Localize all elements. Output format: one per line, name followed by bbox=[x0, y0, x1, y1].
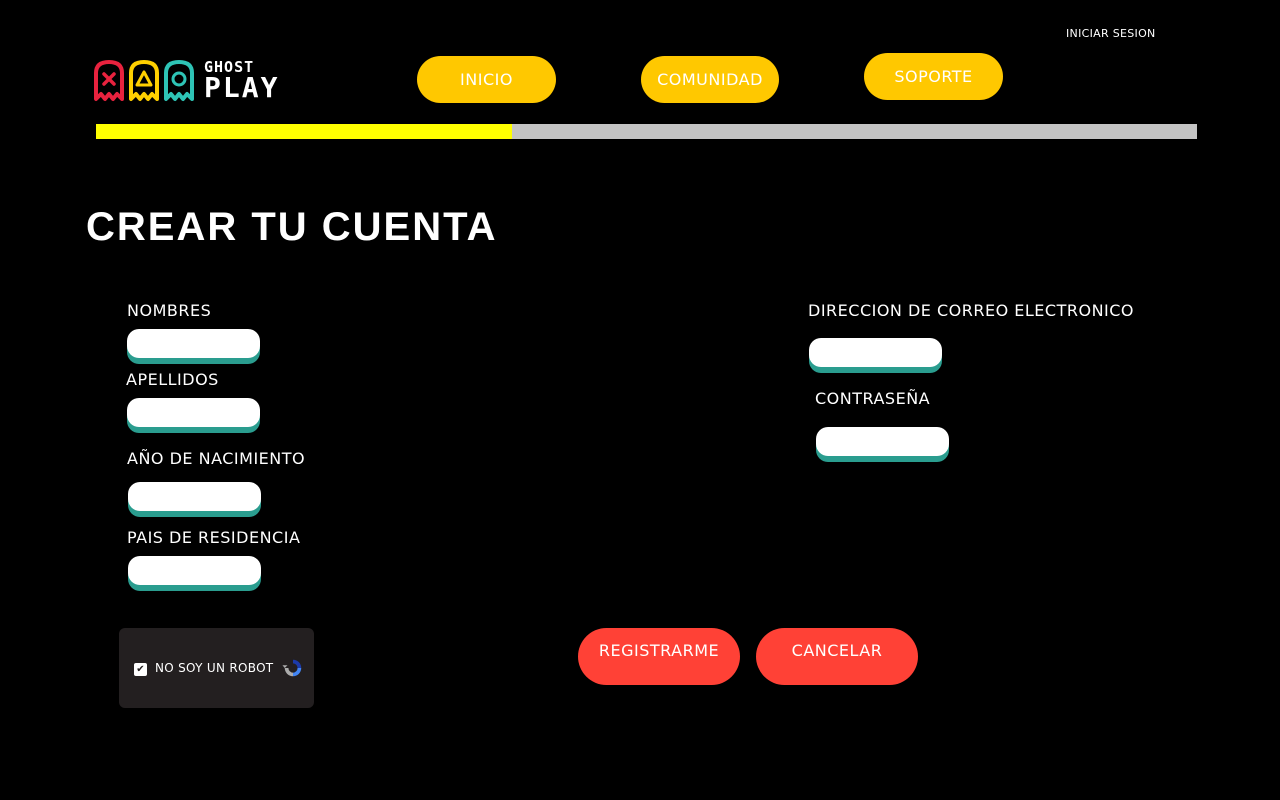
ghost-x-icon bbox=[94, 60, 124, 101]
register-button[interactable]: REGISTRARME bbox=[578, 628, 740, 685]
recaptcha-icon bbox=[282, 659, 302, 677]
nacimiento-field-wrapper bbox=[128, 482, 261, 517]
cancel-button[interactable]: CANCELAR bbox=[756, 628, 918, 685]
page: INICIAR SESION GHOST PLAY INICIO COMUNID… bbox=[0, 0, 1280, 800]
nav-soporte-button[interactable]: SOPORTE bbox=[864, 53, 1003, 100]
captcha-checkbox[interactable]: ✔ bbox=[134, 662, 147, 676]
registration-progress-bar bbox=[96, 124, 1197, 139]
pais-field-wrapper bbox=[128, 556, 261, 591]
contrasena-label: CONTRASEÑA bbox=[815, 389, 931, 408]
ghost-triangle-icon bbox=[129, 60, 159, 101]
nombres-field-wrapper bbox=[127, 329, 260, 364]
nombres-label: NOMBRES bbox=[127, 301, 212, 320]
ghostplay-logo[interactable]: GHOST PLAY bbox=[93, 56, 303, 106]
check-icon: ✔ bbox=[136, 663, 145, 675]
nav-inicio-button[interactable]: INICIO bbox=[417, 56, 556, 103]
password-input[interactable] bbox=[816, 427, 949, 456]
logo-wordmark: GHOST PLAY bbox=[204, 60, 279, 102]
nombres-input[interactable] bbox=[127, 329, 260, 358]
login-link[interactable]: INICIAR SESION bbox=[1066, 27, 1156, 40]
nav-comunidad-button[interactable]: COMUNIDAD bbox=[641, 56, 779, 103]
apellidos-input[interactable] bbox=[127, 398, 260, 427]
pais-label: PAIS DE RESIDENCIA bbox=[127, 528, 301, 547]
nacimiento-input[interactable] bbox=[128, 482, 261, 511]
pais-input[interactable] bbox=[128, 556, 261, 585]
page-title: CREAR TU CUENTA bbox=[86, 205, 498, 249]
email-input[interactable] bbox=[809, 338, 942, 367]
apellidos-label: APELLIDOS bbox=[126, 370, 219, 389]
ghost-circle-icon bbox=[164, 60, 194, 101]
logo-line-play: PLAY bbox=[204, 71, 280, 104]
apellidos-field-wrapper bbox=[127, 398, 260, 433]
correo-label: DIRECCION DE CORREO ELECTRONICO bbox=[808, 301, 1135, 320]
nacimiento-label: AÑO DE NACIMIENTO bbox=[127, 449, 306, 468]
contrasena-field-wrapper bbox=[816, 427, 949, 462]
captcha-label: NO SOY UN ROBOT bbox=[155, 661, 274, 675]
correo-field-wrapper bbox=[809, 338, 942, 373]
progress-bar-fill bbox=[96, 124, 513, 139]
captcha-widget: ✔ NO SOY UN ROBOT bbox=[119, 628, 314, 708]
